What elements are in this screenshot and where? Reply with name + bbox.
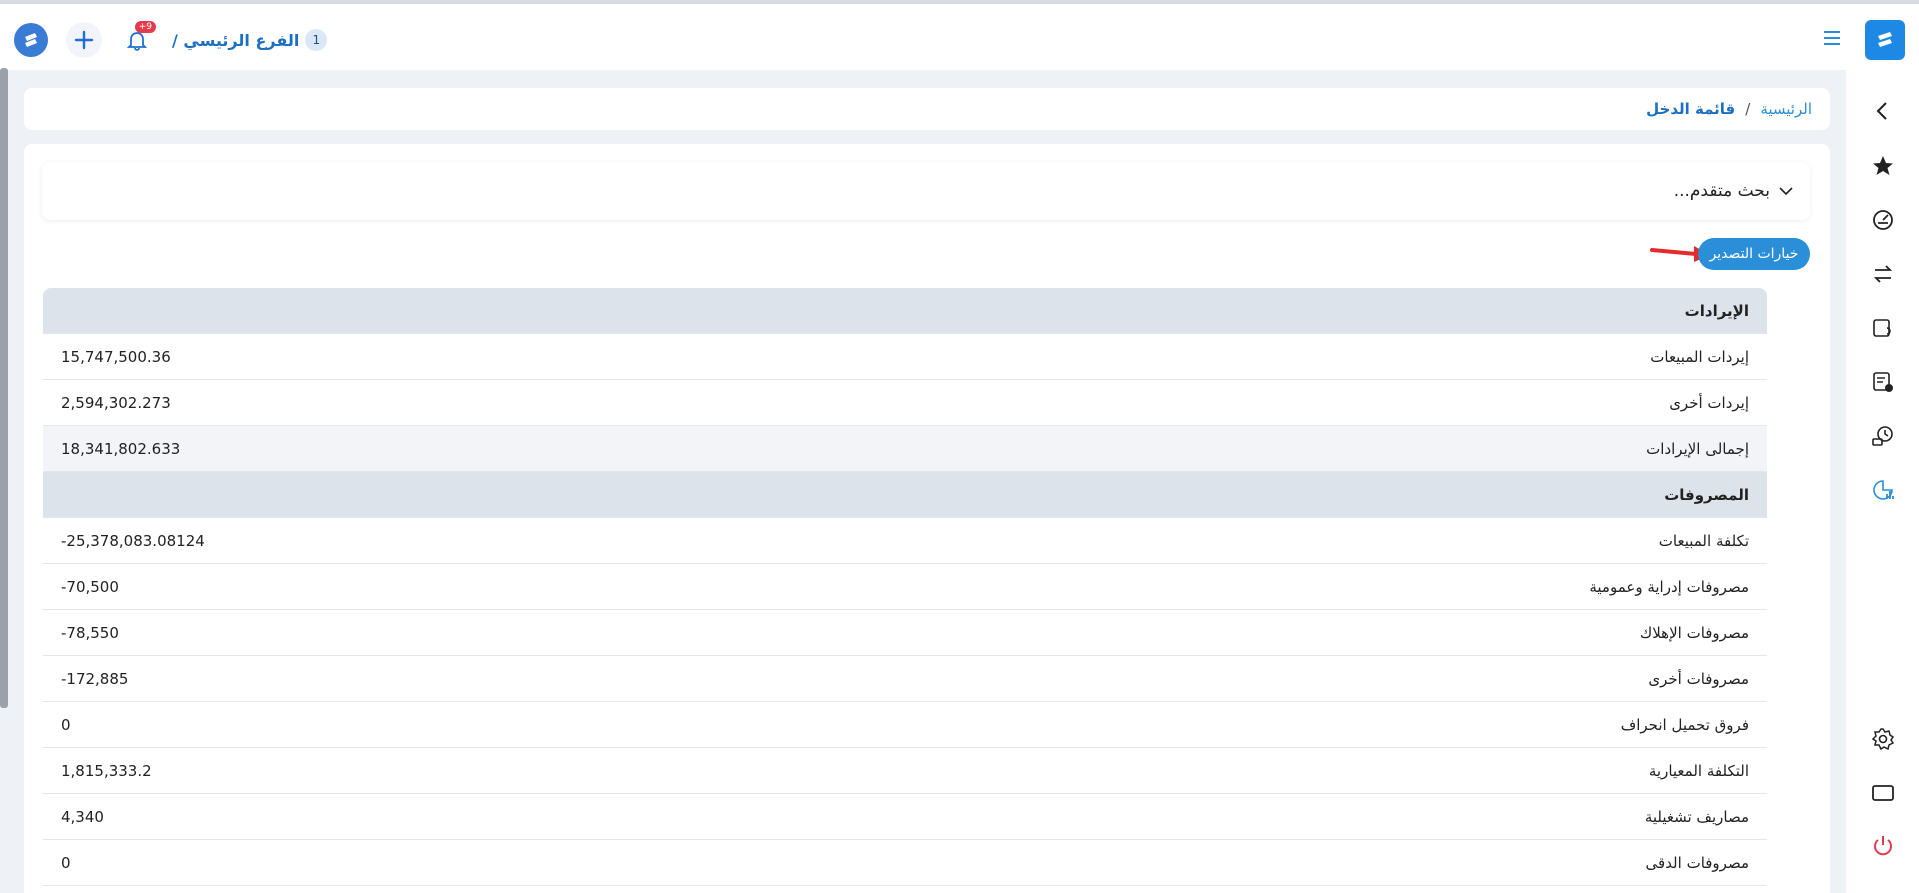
reports-chart-icon[interactable] [1870, 477, 1896, 503]
row-value: 1,815,333.2 [61, 761, 152, 780]
plus-icon [74, 30, 94, 50]
table-row: إيردات المبيعات 15,747,500.36 [43, 334, 1767, 380]
top-bar: +9 1 الفرع الرئيسي / [0, 0, 1919, 70]
table-section-header: المصروفات [43, 472, 1767, 518]
row-label: إيردات أخرى [1669, 393, 1749, 412]
dashboard-gauge-icon[interactable] [1870, 207, 1896, 233]
document-add-icon[interactable] [1870, 369, 1896, 395]
table-row: إيردات أخرى 2,594,302.273 [43, 380, 1767, 426]
row-value: 0 [61, 853, 71, 872]
row-label: مصروفات الإهلاك [1639, 623, 1749, 642]
row-label: المصروفات [1664, 485, 1749, 504]
income-statement-card: بحث متقدم... خيارات التصدير الإيرادات إير… [24, 144, 1830, 893]
page-scrollbar[interactable] [0, 68, 8, 708]
income-statement-table: الإيرادات إيردات المبيعات 15,747,500.36 إير… [43, 288, 1767, 886]
advanced-search-toggle[interactable]: بحث متقدم... [42, 162, 1810, 220]
row-label: التكلفة المعيارية [1648, 761, 1749, 780]
breadcrumb-current: قائمة الدخل [1646, 100, 1736, 118]
branch-number: 1 [305, 29, 328, 51]
row-value: 4,340 [61, 807, 104, 826]
row-label: إيردات المبيعات [1650, 347, 1749, 366]
row-label: الإيرادات [1684, 301, 1749, 320]
export-options-button[interactable]: خيارات التصدير [1698, 238, 1810, 270]
side-rail [1846, 70, 1919, 893]
chevron-left-icon[interactable] [1870, 98, 1896, 124]
row-label: تكلفة المبيعات [1658, 531, 1749, 550]
row-value: -70,500 [61, 577, 119, 596]
branch-label: الفرع الرئيسي / [172, 30, 300, 50]
row-value: -172,885 [61, 669, 129, 688]
menu-icon[interactable] [1820, 26, 1844, 50]
row-value: 0 [61, 715, 71, 734]
invoice-money-icon[interactable] [1870, 315, 1896, 341]
table-row: تكلفة المبيعات -25,378,083.08124 [43, 518, 1767, 564]
brand-logo-icon[interactable] [1865, 20, 1905, 60]
breadcrumb: الرئيسية / قائمة الدخل [24, 88, 1830, 130]
table-total-row: إجمالى الإيرادات 18,341,802.633 [43, 426, 1767, 472]
table-row: فروق تحميل انحراف 0 [43, 702, 1767, 748]
power-logout-icon[interactable] [1870, 833, 1896, 859]
row-label: مصاريف تشغيلية [1644, 807, 1749, 826]
chevron-down-icon [1779, 187, 1793, 196]
settings-gear-icon[interactable] [1870, 726, 1896, 752]
row-label: إجمالى الإيرادات [1646, 439, 1749, 458]
topbar-left-group: +9 1 الفرع الرئيسي / [14, 20, 328, 60]
row-label: مصروفات إدراية وعمومية [1589, 577, 1749, 596]
table-row: مصروفات إدراية وعمومية -70,500 [43, 564, 1767, 610]
table-section-header: الإيرادات [43, 288, 1767, 334]
table-row: مصروفات الإهلاك -78,550 [43, 610, 1767, 656]
fullscreen-icon[interactable] [1870, 780, 1896, 806]
row-label: مصروفات أخرى [1648, 669, 1749, 688]
table-row: التكلفة المعيارية 1,815,333.2 [43, 748, 1767, 794]
row-value: 15,747,500.36 [61, 347, 171, 366]
transfer-arrows-icon[interactable] [1870, 261, 1896, 287]
table-row: مصاريف تشغيلية 4,340 [43, 794, 1767, 840]
row-label: مصروفات الدقى [1645, 853, 1749, 872]
history-clock-icon[interactable] [1870, 423, 1896, 449]
add-button[interactable] [66, 22, 102, 58]
row-value: 2,594,302.273 [61, 393, 171, 412]
row-value: 18,341,802.633 [61, 439, 181, 458]
star-icon[interactable] [1870, 153, 1896, 179]
branch-selector[interactable]: 1 الفرع الرئيسي / [172, 29, 328, 51]
breadcrumb-separator: / [1745, 100, 1751, 118]
notifications-button[interactable]: +9 [120, 21, 156, 57]
breadcrumb-home-link[interactable]: الرئيسية [1760, 100, 1812, 118]
row-value: -78,550 [61, 623, 119, 642]
row-label: فروق تحميل انحراف [1620, 715, 1749, 734]
advanced-search-label: بحث متقدم... [1673, 181, 1770, 201]
row-value: -25,378,083.08124 [61, 531, 205, 550]
notification-badge: +9 [134, 21, 156, 33]
table-row: مصروفات الدقى 0 [43, 840, 1767, 886]
table-row: مصروفات أخرى -172,885 [43, 656, 1767, 702]
app-logo-icon[interactable] [14, 23, 48, 57]
